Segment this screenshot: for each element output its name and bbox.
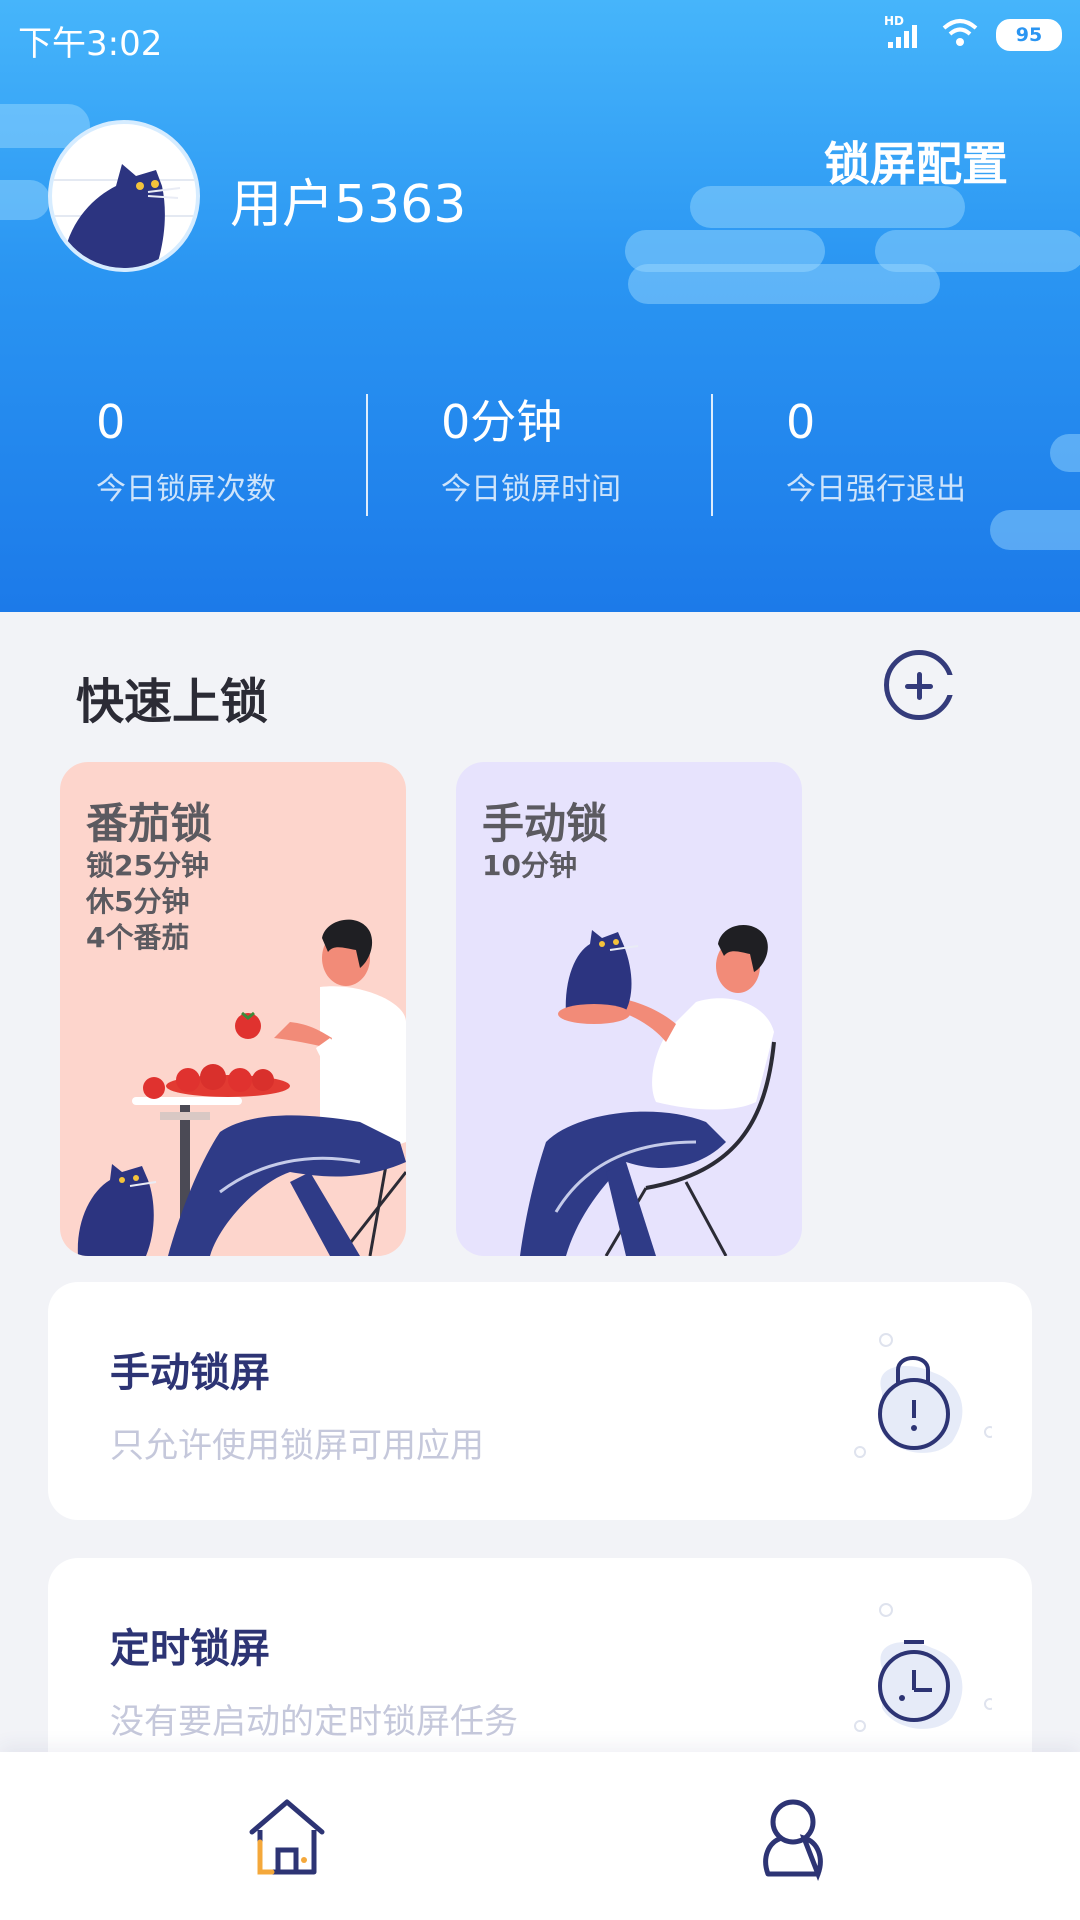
status-icons: HD 95 <box>884 14 1062 52</box>
cloud-decoration <box>628 264 940 304</box>
quick-lock-title: 快速上锁 <box>76 674 269 730</box>
list-title: 定时锁屏 <box>110 1626 270 1672</box>
battery-icon: 95 <box>996 19 1062 51</box>
stat-label: 今日锁屏时间 <box>441 472 621 507</box>
stat-value: 0分钟 <box>441 395 563 449</box>
status-time: 下午3:02 <box>18 24 163 64</box>
timer-icon <box>852 1598 996 1752</box>
stats-row: 0 今日锁屏次数 0分钟 今日锁屏时间 0 今日强行退出 <box>0 392 1080 516</box>
stat-lock-time: 0分钟 今日锁屏时间 <box>441 392 741 508</box>
cloud-decoration <box>0 180 50 220</box>
cloud-decoration <box>990 510 1080 550</box>
add-quick-lock-button[interactable] <box>884 650 957 720</box>
card-details: 10分钟 <box>482 848 577 884</box>
status-bar: 下午3:02 HD 95 <box>0 0 1080 72</box>
signal-icon: HD <box>884 14 924 50</box>
stat-value: 0 <box>96 395 126 449</box>
stat-label: 今日锁屏次数 <box>96 472 276 507</box>
manual-lock-card[interactable]: 手动锁 10分钟 <box>456 762 802 1256</box>
avatar[interactable] <box>48 120 200 272</box>
add-icon-gap <box>945 675 957 695</box>
wifi-icon <box>942 18 978 52</box>
bottom-navigation <box>0 1752 1080 1920</box>
manual-lock-screen-item[interactable]: 手动锁屏 只允许使用锁屏可用应用 <box>48 1282 1032 1520</box>
home-icon <box>242 1799 332 1886</box>
stat-label: 今日强行退出 <box>786 472 966 507</box>
card-title: 番茄锁 <box>86 799 213 848</box>
lock-config-button[interactable]: 锁屏配置 <box>824 128 1008 194</box>
stat-lock-count: 0 今日锁屏次数 <box>96 392 396 508</box>
stat-divider <box>366 394 368 516</box>
stat-value: 0 <box>786 395 816 449</box>
list-subtitle: 没有要启动的定时锁屏任务 <box>110 1702 518 1742</box>
list-title: 手动锁屏 <box>110 1350 270 1396</box>
username: 用户5363 <box>230 175 467 235</box>
card-detail-line: 4个番茄 <box>86 921 190 954</box>
card-details: 锁25分钟 休5分钟 4个番茄 <box>86 848 209 956</box>
stat-force-exit: 0 今日强行退出 <box>786 392 1080 508</box>
card-detail-line: 休5分钟 <box>86 885 190 918</box>
lock-icon <box>852 1322 996 1476</box>
card-title: 手动锁 <box>482 799 609 848</box>
list-subtitle: 只允许使用锁屏可用应用 <box>110 1426 484 1466</box>
card-detail-line: 10分钟 <box>482 849 577 882</box>
card-detail-line: 锁25分钟 <box>86 849 209 882</box>
stat-divider <box>711 394 713 516</box>
nav-home[interactable] <box>242 1792 332 1882</box>
tomato-lock-card[interactable]: 番茄锁 锁25分钟 休5分钟 4个番茄 <box>60 762 406 1256</box>
profile-icon <box>748 1799 838 1886</box>
nav-profile[interactable] <box>748 1792 838 1882</box>
profile-header: 下午3:02 HD 95 用户5363 锁屏配置 0 今日锁屏次数 0分钟 今日… <box>0 0 1080 612</box>
